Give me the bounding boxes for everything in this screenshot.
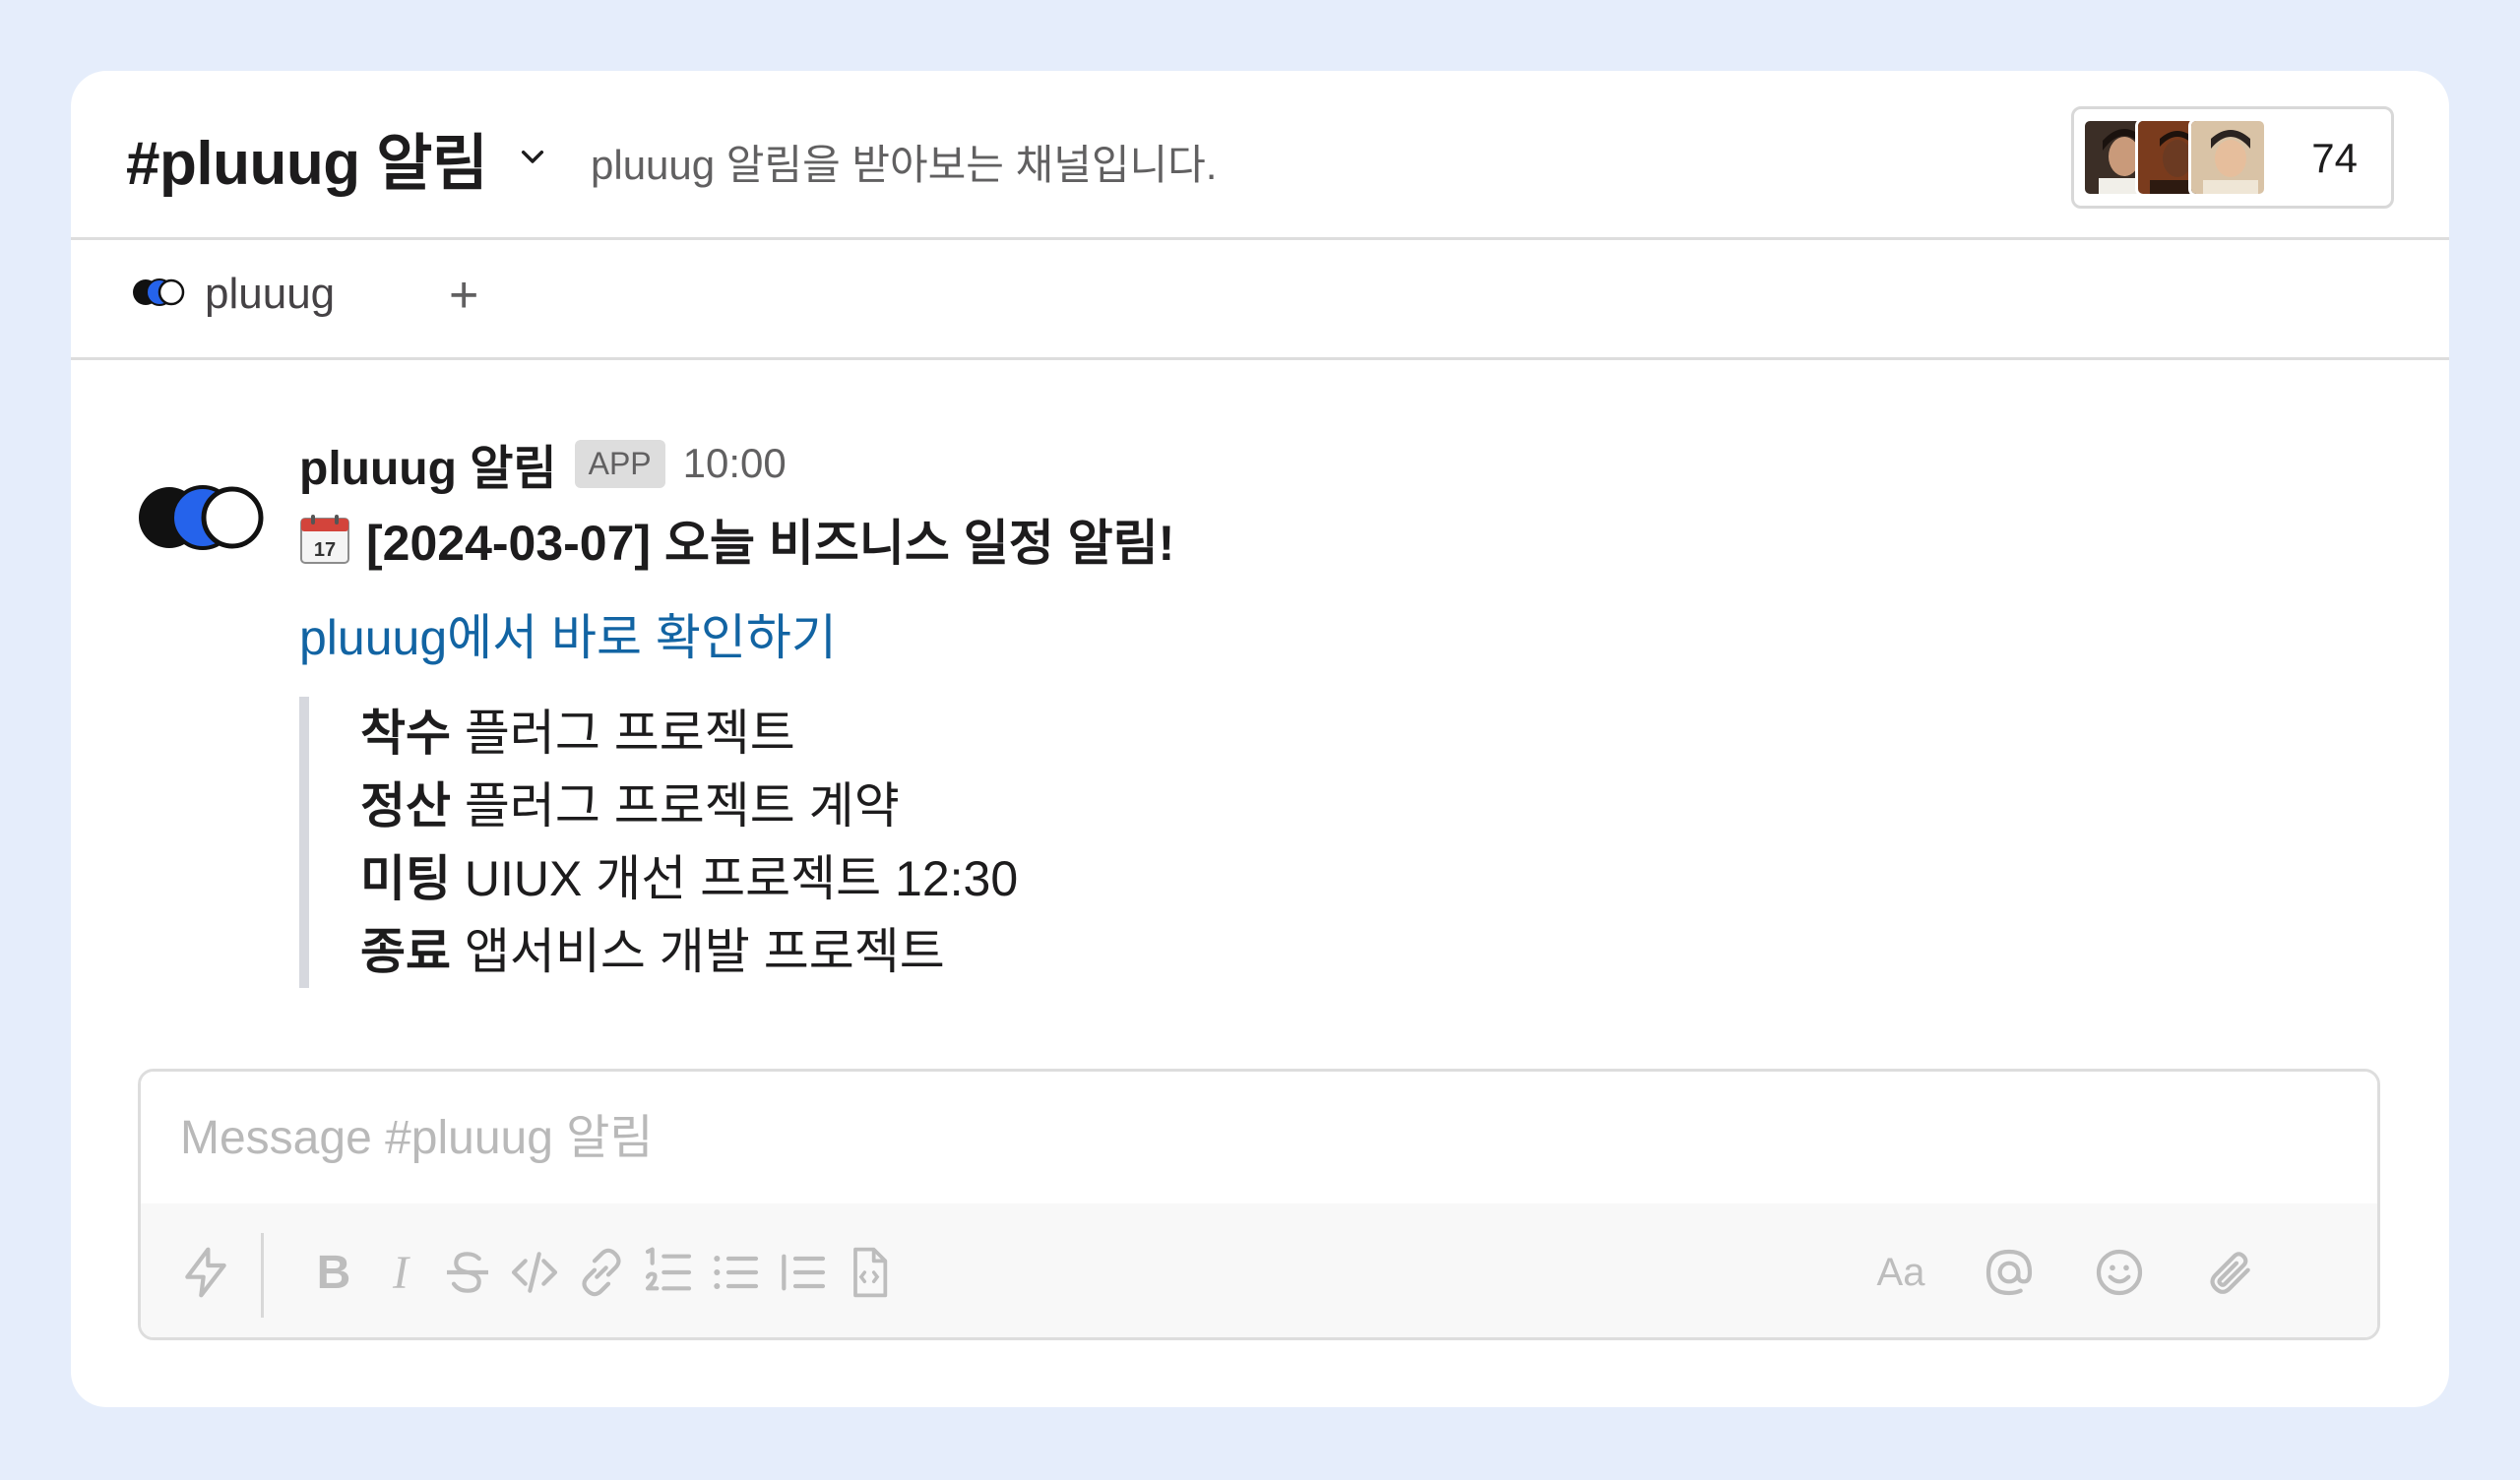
- channel-header: #pluuug 알림 pluuug 알림을 받아보는 채널입니다. 74: [71, 71, 2449, 240]
- item-text: UIUX 개선 프로젝트 12:30: [464, 851, 1019, 906]
- message-time[interactable]: 10:00: [683, 440, 787, 487]
- code-block-icon[interactable]: [834, 1237, 905, 1308]
- schedule-item: 미팅 UIUX 개선 프로젝트 12:30: [360, 842, 1542, 915]
- member-avatars: [2082, 118, 2267, 197]
- sender-name[interactable]: pluuug 알림: [299, 429, 557, 498]
- app-badge: APP: [574, 439, 665, 488]
- calendar-day: 17: [314, 539, 336, 561]
- calendar-icon: 17: [299, 514, 350, 565]
- item-label: 미팅: [360, 851, 451, 906]
- channel-window: #pluuug 알림 pluuug 알림을 받아보는 채널입니다. 74 plu…: [71, 71, 2449, 1407]
- bold-icon[interactable]: B: [298, 1237, 369, 1308]
- emoji-icon[interactable]: [2084, 1237, 2155, 1308]
- message-title: 17 [2024-03-07] 오늘 비즈니스 일정 알림!: [299, 504, 1174, 575]
- schedule-item: 정산 플러그 프로젝트 계약: [360, 770, 1542, 842]
- schedule-block: 착수 플러그 프로젝트 정산 플러그 프로젝트 계약 미팅 UIUX 개선 프로…: [299, 697, 1542, 988]
- item-label: 정산: [360, 778, 451, 833]
- channel-title-button[interactable]: #pluuug 알림: [126, 118, 552, 198]
- pluuug-link[interactable]: pluuug에서 바로 확인하기: [299, 598, 837, 669]
- bullet-list-icon[interactable]: [700, 1237, 771, 1308]
- message-input[interactable]: [141, 1072, 2377, 1203]
- pluuug-logo-icon[interactable]: [136, 482, 274, 558]
- format-text-icon[interactable]: Aa: [1865, 1237, 1936, 1308]
- item-text: 플러그 프로젝트: [464, 706, 795, 761]
- member-count: 74: [2311, 135, 2358, 181]
- link-icon[interactable]: [566, 1237, 637, 1308]
- item-text: 플러그 프로젝트 계약: [464, 778, 900, 833]
- item-text: 앱서비스 개발 프로젝트: [464, 924, 945, 979]
- lightning-icon[interactable]: [170, 1237, 241, 1308]
- add-bookmark-button[interactable]: +: [449, 266, 478, 325]
- channel-name: #pluuug 알림: [126, 130, 488, 198]
- toolbar-divider: [261, 1233, 264, 1318]
- composer-toolbar: B I Aa: [141, 1203, 2377, 1337]
- mention-icon[interactable]: [1974, 1237, 2045, 1308]
- italic-icon[interactable]: I: [365, 1237, 436, 1308]
- avatar: [2188, 118, 2267, 197]
- attach-icon[interactable]: [2194, 1237, 2265, 1308]
- title-text: [2024-03-07] 오늘 비즈니스 일정 알림!: [366, 516, 1175, 571]
- channel-topic: pluuug 알림을 받아보는 채널입니다.: [591, 142, 1218, 188]
- schedule-item: 착수 플러그 프로젝트: [360, 697, 1542, 770]
- item-label: 종료: [360, 924, 451, 979]
- message-header: pluuug 알림 APP 10:00: [299, 429, 787, 498]
- bookmark-label: pluuug: [205, 270, 336, 318]
- bookmark-bar: pluuug +: [71, 240, 2449, 360]
- strikethrough-icon[interactable]: [432, 1237, 503, 1308]
- item-label: 착수: [360, 706, 451, 761]
- ordered-list-icon[interactable]: [633, 1237, 704, 1308]
- code-icon[interactable]: [499, 1237, 570, 1308]
- pluuug-logo-icon: [132, 278, 187, 312]
- message-composer: B I: [138, 1069, 2380, 1340]
- blockquote-icon[interactable]: [767, 1237, 838, 1308]
- members-button[interactable]: 74: [2071, 106, 2394, 209]
- schedule-item: 종료 앱서비스 개발 프로젝트: [360, 915, 1542, 988]
- bookmark-pluuug[interactable]: pluuug: [132, 270, 335, 319]
- chevron-down-icon: [513, 138, 552, 177]
